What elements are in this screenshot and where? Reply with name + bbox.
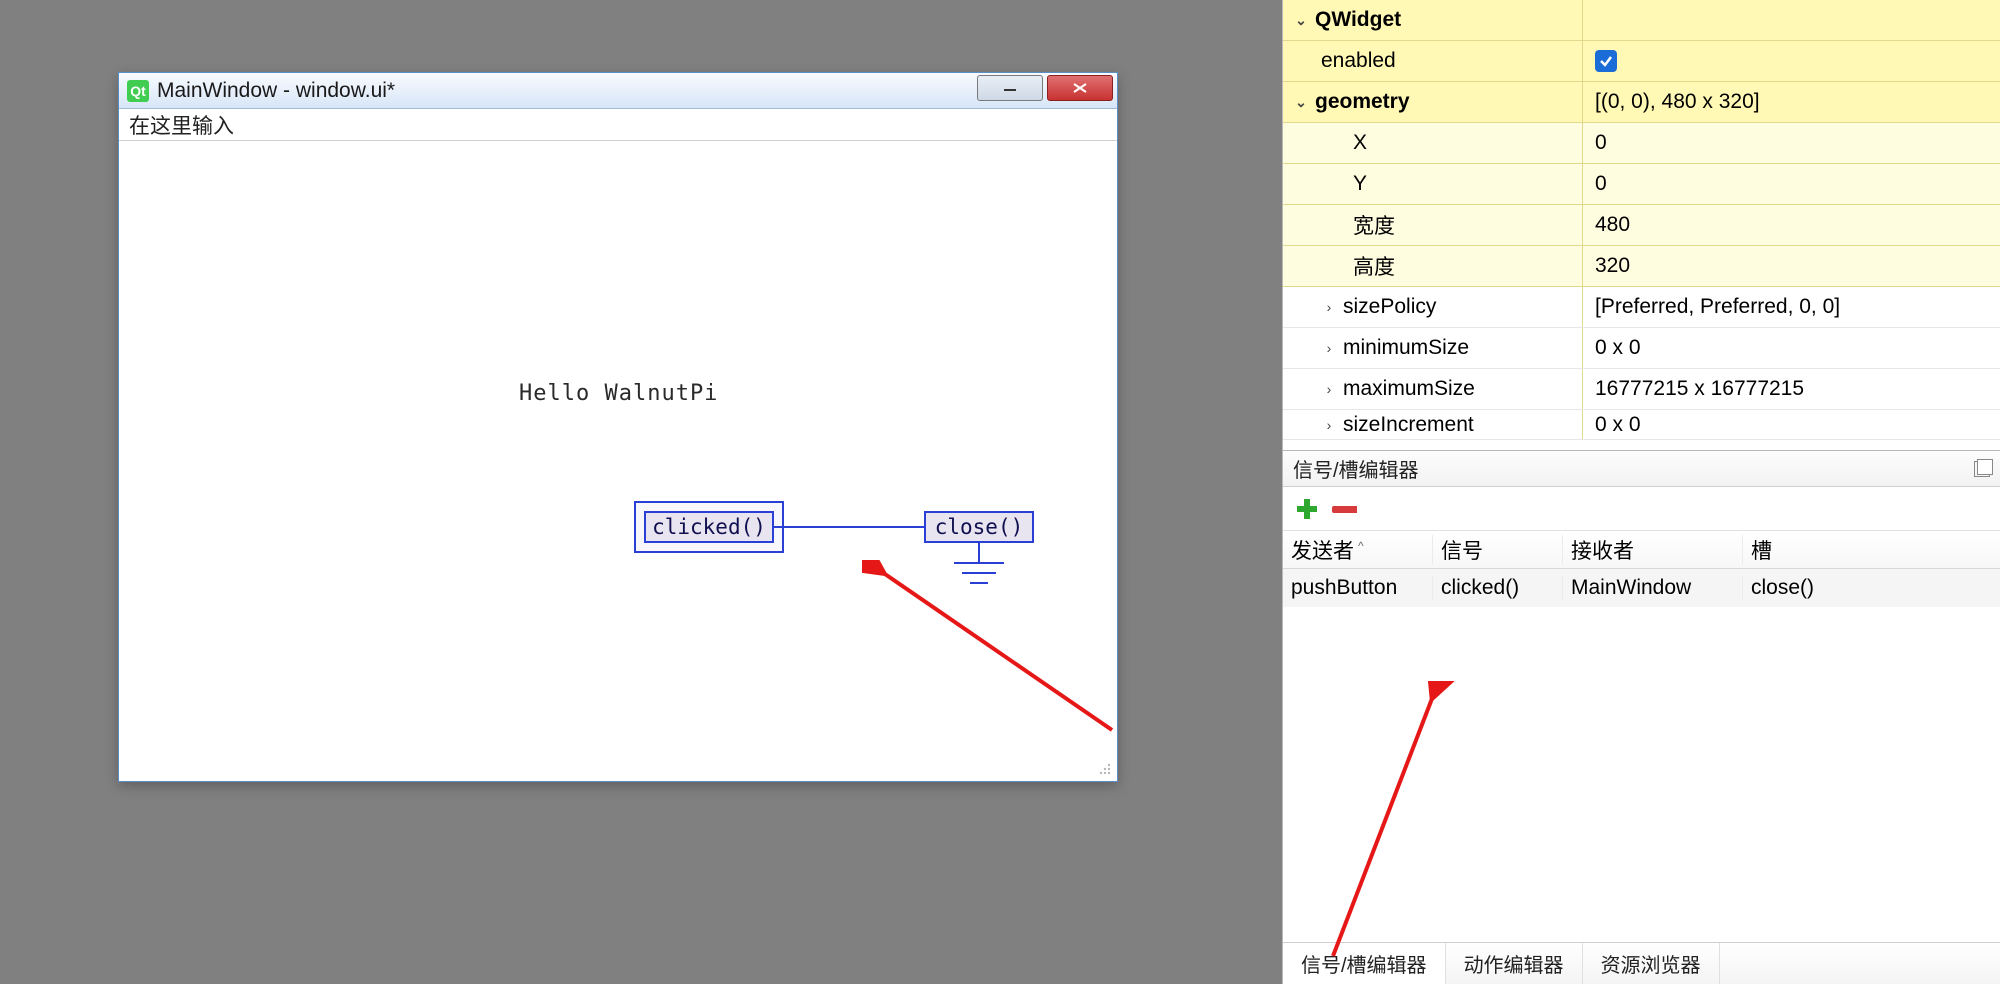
prop-val: 0 x 0 bbox=[1595, 413, 1641, 437]
signal-target-label[interactable]: close() bbox=[924, 511, 1034, 543]
signal-slot-connection[interactable]: clicked() close() bbox=[524, 501, 924, 591]
tab-action[interactable]: 动作编辑器 bbox=[1446, 943, 1583, 984]
sort-asc-icon: ^ bbox=[1358, 539, 1364, 553]
menubar[interactable]: 在这里输入 bbox=[119, 109, 1117, 141]
window-titlebar[interactable]: Qt MainWindow - window.ui* bbox=[119, 73, 1117, 109]
checkbox-checked-icon[interactable] bbox=[1595, 50, 1617, 72]
property-row-enabled[interactable]: enabled bbox=[1283, 41, 2000, 82]
col-signal[interactable]: 信号 bbox=[1433, 535, 1563, 565]
remove-button[interactable] bbox=[1329, 495, 1357, 523]
form-label[interactable]: Hello WalnutPi bbox=[519, 381, 718, 406]
right-side-panels: ⌄ QWidget enabled ⌄ geometry [(0, 0), 480 … bbox=[1282, 0, 2000, 984]
prop-key: geometry bbox=[1315, 90, 1410, 114]
chevron-right-icon[interactable]: › bbox=[1321, 381, 1337, 397]
property-row-geometry[interactable]: ⌄ geometry [(0, 0), 480 x 320] bbox=[1283, 82, 2000, 123]
col-sender: 发送者^ bbox=[1283, 535, 1433, 565]
form-body[interactable]: Hello WalnutPi clicked() close() bbox=[119, 141, 1117, 781]
chevron-right-icon[interactable]: › bbox=[1321, 417, 1337, 433]
prop-val[interactable]: 0 bbox=[1595, 172, 1607, 196]
property-row-x[interactable]: X 0 bbox=[1283, 123, 2000, 164]
prop-val: [(0, 0), 480 x 320] bbox=[1595, 90, 1760, 114]
chevron-down-icon[interactable]: ⌄ bbox=[1293, 12, 1309, 28]
qt-icon: Qt bbox=[127, 80, 149, 102]
ground-icon bbox=[944, 543, 1014, 598]
prop-key: 宽度 bbox=[1353, 210, 1395, 240]
property-row-minimumsize[interactable]: › minimumSize 0 x 0 bbox=[1283, 328, 2000, 369]
signal-table-row[interactable]: pushButton clicked() MainWindow close() bbox=[1283, 569, 2000, 607]
close-button[interactable] bbox=[1047, 75, 1113, 101]
tab-resource[interactable]: 资源浏览器 bbox=[1583, 943, 1720, 984]
prop-key: Y bbox=[1353, 172, 1367, 196]
col-slot[interactable]: 槽 bbox=[1743, 535, 2000, 565]
col-receiver[interactable]: 接收者 bbox=[1563, 535, 1743, 565]
tab-signal-slot[interactable]: 信号/槽编辑器 bbox=[1283, 943, 1446, 984]
property-editor[interactable]: ⌄ QWidget enabled ⌄ geometry [(0, 0), 480 … bbox=[1282, 0, 2000, 450]
designer-window: Qt MainWindow - window.ui* 在这里输入 Hello W… bbox=[118, 72, 1118, 782]
cell-sender[interactable]: pushButton bbox=[1283, 576, 1433, 600]
property-group-qwidget[interactable]: ⌄ QWidget bbox=[1283, 0, 2000, 41]
prop-val: 16777215 x 16777215 bbox=[1595, 377, 1804, 401]
cell-slot[interactable]: close() bbox=[1743, 576, 2000, 600]
chevron-right-icon[interactable]: › bbox=[1321, 340, 1337, 356]
resize-grip-icon[interactable] bbox=[1095, 759, 1113, 777]
property-row-sizepolicy[interactable]: › sizePolicy [Preferred, Preferred, 0, 0] bbox=[1283, 287, 2000, 328]
panel-header[interactable]: 信号/槽编辑器 bbox=[1283, 451, 2000, 487]
prop-val[interactable]: 480 bbox=[1595, 213, 1630, 237]
prop-key: sizeIncrement bbox=[1343, 413, 1474, 437]
minimize-button[interactable] bbox=[977, 75, 1043, 101]
property-row-height[interactable]: 高度 320 bbox=[1283, 246, 2000, 287]
bottom-tab-bar[interactable]: 信号/槽编辑器 动作编辑器 资源浏览器 bbox=[1283, 942, 2000, 984]
signal-table-header[interactable]: 发送者^ 信号 接收者 槽 bbox=[1283, 531, 2000, 569]
prop-key: minimumSize bbox=[1343, 336, 1469, 360]
chevron-right-icon[interactable]: › bbox=[1321, 299, 1337, 315]
panel-title: 信号/槽编辑器 bbox=[1293, 454, 1419, 483]
signal-source-label[interactable]: clicked() bbox=[644, 511, 774, 543]
window-title: MainWindow - window.ui* bbox=[157, 79, 395, 103]
add-button[interactable] bbox=[1293, 495, 1321, 523]
prop-key: X bbox=[1353, 131, 1367, 155]
signal-editor-toolbar bbox=[1283, 487, 2000, 531]
cell-signal[interactable]: clicked() bbox=[1433, 576, 1563, 600]
signal-connection-line bbox=[774, 526, 924, 528]
prop-val[interactable]: 320 bbox=[1595, 254, 1630, 278]
dock-restore-icon[interactable] bbox=[1974, 461, 1990, 477]
prop-key: maximumSize bbox=[1343, 377, 1475, 401]
group-label: QWidget bbox=[1315, 8, 1401, 32]
prop-key: 高度 bbox=[1353, 251, 1395, 281]
cell-receiver[interactable]: MainWindow bbox=[1563, 576, 1743, 600]
prop-val: [Preferred, Preferred, 0, 0] bbox=[1595, 295, 1840, 319]
prop-val[interactable]: 0 bbox=[1595, 131, 1607, 155]
prop-val: 0 x 0 bbox=[1595, 336, 1641, 360]
property-row-width[interactable]: 宽度 480 bbox=[1283, 205, 2000, 246]
prop-key: sizePolicy bbox=[1343, 295, 1436, 319]
menu-placeholder[interactable]: 在这里输入 bbox=[129, 110, 234, 140]
property-row-y[interactable]: Y 0 bbox=[1283, 164, 2000, 205]
chevron-down-icon[interactable]: ⌄ bbox=[1293, 94, 1309, 110]
property-row-maximumsize[interactable]: › maximumSize 16777215 x 16777215 bbox=[1283, 369, 2000, 410]
prop-key: enabled bbox=[1321, 49, 1396, 73]
design-canvas-area: Qt MainWindow - window.ui* 在这里输入 Hello W… bbox=[0, 0, 1282, 984]
signal-slot-editor-panel[interactable]: 信号/槽编辑器 发送者^ 信号 接收者 槽 pushButton clicked… bbox=[1282, 450, 2000, 984]
property-row-sizeincrement[interactable]: › sizeIncrement 0 x 0 bbox=[1283, 410, 2000, 440]
